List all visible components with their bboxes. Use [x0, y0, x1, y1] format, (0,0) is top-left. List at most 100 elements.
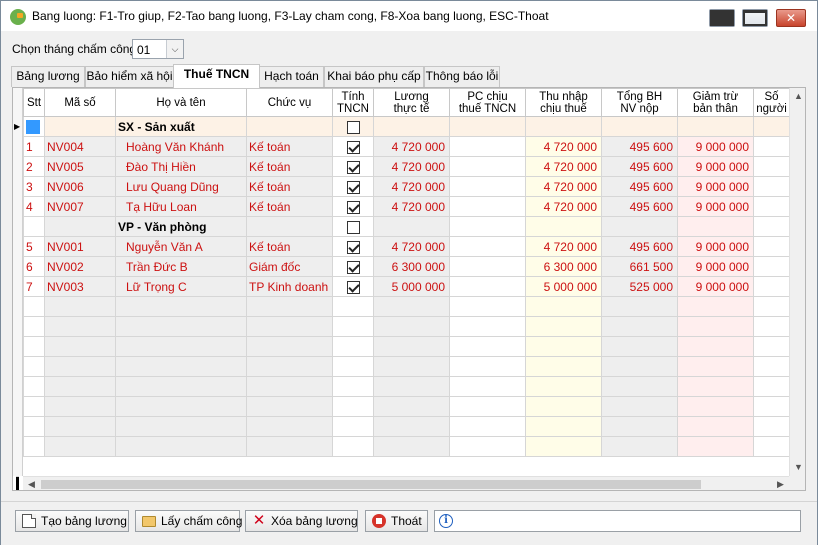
table-cell[interactable]: [23, 216, 45, 237]
table-row[interactable]: 2 NV005 Đào Thị Hiền Kế toán 4 720 000 4 720 …: [23, 156, 790, 177]
table-cell[interactable]: [373, 116, 450, 137]
scroll-up-icon[interactable]: ▲: [790, 88, 805, 105]
table-cell[interactable]: [23, 116, 45, 137]
cell-insurance[interactable]: 495 600: [601, 156, 678, 177]
cell-so-nguoi[interactable]: [753, 136, 790, 157]
cell-insurance[interactable]: 495 600: [601, 236, 678, 257]
cell-taxable[interactable]: 4 720 000: [525, 236, 602, 257]
cell-position[interactable]: Kế toán: [246, 156, 333, 177]
scroll-left-icon[interactable]: ◀: [23, 477, 40, 490]
cell-name[interactable]: Nguyễn Văn A: [115, 236, 247, 257]
cell-so-nguoi[interactable]: [753, 196, 790, 217]
cell-deduction[interactable]: 9 000 000: [677, 136, 754, 157]
cell-stt[interactable]: 5: [23, 236, 45, 257]
table-cell[interactable]: [601, 116, 678, 137]
cell-name[interactable]: Trần Đức B: [115, 256, 247, 277]
cell-deduction[interactable]: 9 000 000: [677, 176, 754, 197]
cell-taxable[interactable]: 4 720 000: [525, 156, 602, 177]
cell-code[interactable]: NV002: [44, 256, 116, 277]
horizontal-scrollbar[interactable]: ◀ ▶: [23, 476, 789, 490]
col-header-chuc-vu[interactable]: Chức vụ: [246, 88, 333, 117]
cell-taxable[interactable]: 4 720 000: [525, 176, 602, 197]
table-cell[interactable]: [44, 216, 116, 237]
cell-deduction[interactable]: 9 000 000: [677, 276, 754, 297]
cell-insurance[interactable]: 525 000: [601, 276, 678, 297]
cell-code[interactable]: NV007: [44, 196, 116, 217]
col-header-luong-thuc-te[interactable]: Lương thực tế: [373, 88, 450, 117]
tncn-checkbox[interactable]: [346, 120, 360, 134]
table-cell[interactable]: [449, 116, 526, 137]
col-header-ma-so[interactable]: Mã số: [44, 88, 116, 117]
cell-salary[interactable]: 6 300 000: [373, 256, 450, 277]
cell-pc[interactable]: [449, 236, 526, 257]
horizontal-scroll-thumb[interactable]: [41, 480, 701, 489]
cell-stt[interactable]: 7: [23, 276, 45, 297]
cell-insurance[interactable]: 661 500: [601, 256, 678, 277]
cell-tncn[interactable]: [332, 276, 374, 297]
table-cell[interactable]: [753, 116, 790, 137]
cell-code[interactable]: NV006: [44, 176, 116, 197]
col-header-tinh-tncn[interactable]: Tính TNCN: [332, 88, 374, 117]
tab-thong-bao-loi[interactable]: Thông báo lỗi: [424, 66, 500, 87]
cell-name[interactable]: Lữ Trọng C: [115, 276, 247, 297]
cell-name[interactable]: Đào Thị Hiền: [115, 156, 247, 177]
tncn-checkbox[interactable]: [346, 180, 360, 194]
cell-deduction[interactable]: 9 000 000: [677, 156, 754, 177]
cell-name[interactable]: Tạ Hữu Loan: [115, 196, 247, 217]
cell-salary[interactable]: 4 720 000: [373, 136, 450, 157]
tncn-checkbox[interactable]: [346, 240, 360, 254]
col-header-thu-nhap-chiu-thue[interactable]: Thu nhập chịu thuế: [525, 88, 602, 117]
tncn-checkbox[interactable]: [346, 280, 360, 294]
cell-so-nguoi[interactable]: [753, 156, 790, 177]
cell-insurance[interactable]: 495 600: [601, 136, 678, 157]
tncn-checkbox[interactable]: [346, 140, 360, 154]
table-cell[interactable]: [332, 216, 374, 237]
table-row[interactable]: 5 NV001 Nguyễn Văn A Kế toán 4 720 000 4 720 …: [23, 236, 790, 257]
vertical-scrollbar[interactable]: ▲ ▼: [789, 88, 805, 476]
cell-taxable[interactable]: 4 720 000: [525, 196, 602, 217]
month-select[interactable]: 01 ⌵: [132, 39, 184, 59]
cell-pc[interactable]: [449, 176, 526, 197]
table-row[interactable]: 6 NV002 Trần Đức B Giám đốc 6 300 000 6 300 0…: [23, 256, 790, 277]
cell-stt[interactable]: 6: [23, 256, 45, 277]
cell-pc[interactable]: [449, 276, 526, 297]
table-cell[interactable]: [246, 216, 333, 237]
cell-code[interactable]: NV001: [44, 236, 116, 257]
scroll-right-icon[interactable]: ▶: [772, 477, 789, 490]
cell-tncn[interactable]: [332, 156, 374, 177]
cell-position[interactable]: Kế toán: [246, 136, 333, 157]
minimize-button[interactable]: [709, 9, 735, 27]
cell-so-nguoi[interactable]: [753, 236, 790, 257]
cell-pc[interactable]: [449, 196, 526, 217]
table-cell[interactable]: [44, 116, 116, 137]
table-row[interactable]: 3 NV006 Lưu Quang Dũng Kế toán 4 720 000 4 72…: [23, 176, 790, 197]
tncn-checkbox[interactable]: [346, 260, 360, 274]
cell-deduction[interactable]: 9 000 000: [677, 196, 754, 217]
col-header-tong-bh[interactable]: Tổng BH NV nộp: [601, 88, 678, 117]
cell-salary[interactable]: 4 720 000: [373, 176, 450, 197]
table-cell[interactable]: [753, 216, 790, 237]
table-row[interactable]: 7 NV003 Lữ Trọng C TP Kinh doanh 5 000 000 5 …: [23, 276, 790, 297]
tab-thue-tncn[interactable]: Thuế TNCN: [173, 64, 260, 88]
cell-tncn[interactable]: [332, 196, 374, 217]
col-header-ho-ten[interactable]: Họ và tên: [115, 88, 247, 117]
cell-tncn[interactable]: [332, 236, 374, 257]
cell-taxable[interactable]: 4 720 000: [525, 136, 602, 157]
fetch-timesheet-button[interactable]: Lấy chấm công: [135, 510, 242, 532]
cell-insurance[interactable]: 495 600: [601, 176, 678, 197]
cell-position[interactable]: Kế toán: [246, 176, 333, 197]
group-name[interactable]: VP - Văn phòng: [115, 216, 247, 237]
group-name[interactable]: SX - Sản xuất: [115, 116, 247, 137]
table-cell[interactable]: [525, 216, 602, 237]
delete-payroll-button[interactable]: ✕ Xóa bảng lương: [245, 510, 358, 532]
cell-code[interactable]: NV005: [44, 156, 116, 177]
table-cell[interactable]: [677, 116, 754, 137]
cell-tncn[interactable]: [332, 176, 374, 197]
create-payroll-button[interactable]: Tạo bảng lương: [15, 510, 129, 532]
cell-salary[interactable]: 4 720 000: [373, 156, 450, 177]
table-row[interactable]: 4 NV007 Tạ Hữu Loan Kế toán 4 720 000 4 720 0…: [23, 196, 790, 217]
table-cell[interactable]: [332, 116, 374, 137]
cell-pc[interactable]: [449, 156, 526, 177]
cell-salary[interactable]: 4 720 000: [373, 236, 450, 257]
cell-deduction[interactable]: 9 000 000: [677, 256, 754, 277]
